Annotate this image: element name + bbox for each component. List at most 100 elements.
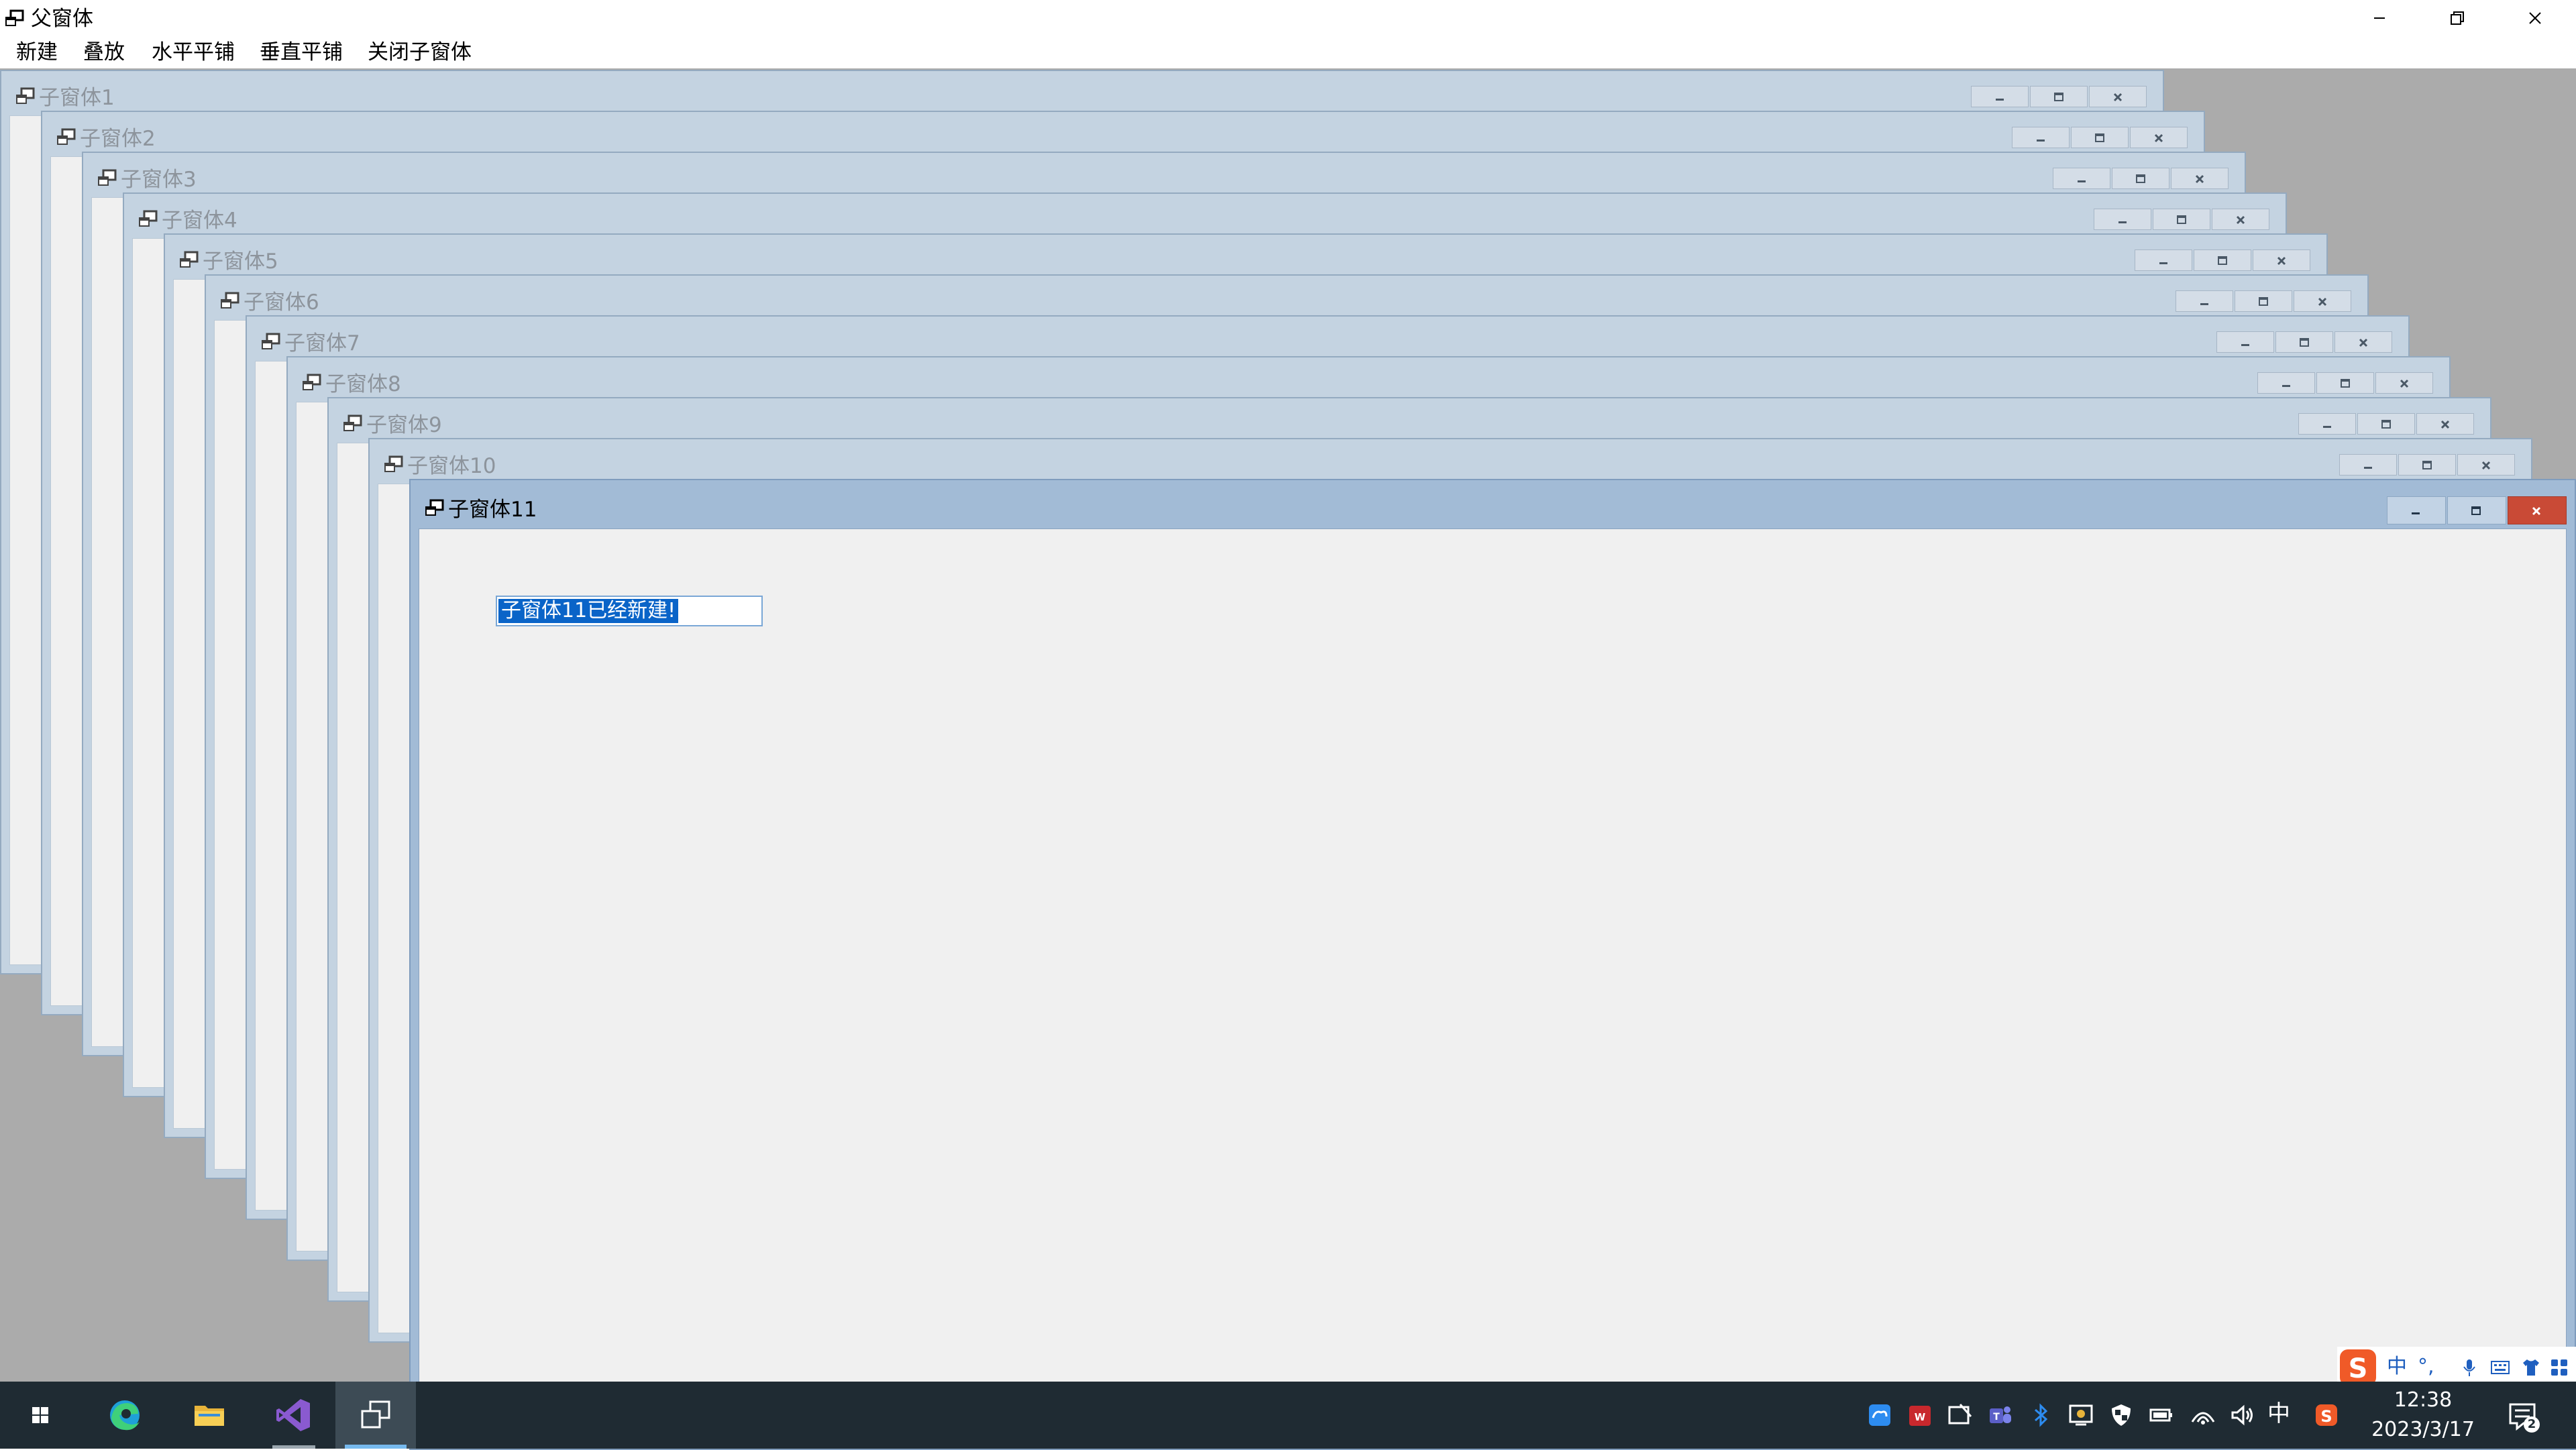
close-icon bbox=[2440, 420, 2450, 429]
child-maximize-button[interactable] bbox=[2153, 209, 2210, 230]
message-textbox[interactable]: 子窗体11已经新建! bbox=[496, 596, 763, 626]
child-close-button[interactable] bbox=[2171, 168, 2229, 189]
child-minimize-button[interactable] bbox=[2216, 331, 2274, 353]
close-icon bbox=[2529, 12, 2541, 24]
close-button[interactable] bbox=[2496, 0, 2574, 36]
tray-monitor-tool-icon[interactable] bbox=[2068, 1402, 2094, 1429]
minimize-icon bbox=[2118, 221, 2127, 223]
child-window-icon bbox=[16, 87, 35, 104]
input-language-indicator[interactable]: 中 bbox=[2267, 1399, 2290, 1429]
svg-text:S: S bbox=[2320, 1407, 2332, 1426]
toolbox-grid-icon[interactable] bbox=[2549, 1357, 2569, 1378]
child-window-11[interactable]: 子窗体11 子窗体11已经新建! bbox=[409, 479, 2576, 1450]
child-close-button[interactable] bbox=[2375, 372, 2433, 394]
close-icon bbox=[2359, 338, 2368, 347]
child-close-button[interactable] bbox=[2508, 496, 2567, 524]
menu-close-children[interactable]: 关闭子窗体 bbox=[368, 39, 472, 66]
active-indicator bbox=[345, 1445, 407, 1449]
tray-battery-icon[interactable] bbox=[2148, 1402, 2175, 1429]
restore-icon bbox=[2451, 11, 2464, 25]
child-minimize-button[interactable] bbox=[2176, 290, 2233, 312]
child-minimize-button[interactable] bbox=[2298, 413, 2356, 435]
child-window-title: 子窗体4 bbox=[162, 209, 237, 233]
child-client-area: 子窗体11已经新建! bbox=[419, 528, 2567, 1439]
child-minimize-button[interactable] bbox=[2053, 168, 2110, 189]
tray-wps-icon[interactable]: W bbox=[1907, 1402, 1933, 1429]
child-minimize-button[interactable] bbox=[2339, 454, 2397, 476]
taskbar-file-explorer[interactable] bbox=[169, 1382, 250, 1449]
close-icon bbox=[2236, 215, 2245, 225]
minimize-icon bbox=[2159, 262, 2167, 264]
microphone-icon[interactable] bbox=[2459, 1357, 2479, 1378]
maximize-icon bbox=[2422, 461, 2432, 469]
active-child-title: 子窗体11 bbox=[448, 498, 537, 522]
tray-bluetooth-icon[interactable] bbox=[2027, 1402, 2054, 1429]
taskbar-edge[interactable] bbox=[85, 1382, 165, 1449]
child-close-button[interactable] bbox=[2089, 86, 2147, 107]
child-maximize-button[interactable] bbox=[2112, 168, 2169, 189]
child-minimize-button[interactable] bbox=[1971, 86, 2029, 107]
minimize-icon bbox=[2412, 512, 2420, 514]
child-maximize-button[interactable] bbox=[2030, 86, 2088, 107]
tray-sogou-icon[interactable]: S bbox=[2313, 1402, 2340, 1429]
child-close-button[interactable] bbox=[2457, 454, 2515, 476]
child-close-button[interactable] bbox=[2334, 331, 2392, 353]
clock-time[interactable]: 12:38 bbox=[2387, 1387, 2459, 1414]
child-maximize-button[interactable] bbox=[2071, 127, 2129, 148]
close-icon bbox=[2318, 297, 2327, 306]
start-button[interactable] bbox=[0, 1382, 80, 1449]
child-maximize-button[interactable] bbox=[2194, 249, 2251, 271]
mdi-app-icon bbox=[361, 1400, 390, 1429]
taskbar-visual-studio[interactable] bbox=[254, 1382, 334, 1449]
maximize-icon bbox=[2177, 215, 2186, 224]
minimize-button[interactable] bbox=[2341, 0, 2418, 36]
child-maximize-button[interactable] bbox=[2447, 496, 2506, 524]
menu-new[interactable]: 新建 bbox=[16, 39, 58, 66]
close-icon bbox=[2113, 93, 2123, 102]
ime-punctuation-indicator[interactable]: °, bbox=[2418, 1353, 2434, 1380]
restore-button[interactable] bbox=[2418, 0, 2496, 36]
child-close-button[interactable] bbox=[2212, 209, 2269, 230]
menu-cascade[interactable]: 叠放 bbox=[83, 39, 125, 66]
child-maximize-button[interactable] bbox=[2398, 454, 2456, 476]
tray-wifi-icon[interactable] bbox=[2190, 1402, 2216, 1429]
child-maximize-button[interactable] bbox=[2235, 290, 2292, 312]
menu-tile-horizontal[interactable]: 水平平铺 bbox=[152, 39, 235, 66]
child-window-title: 子窗体7 bbox=[284, 331, 360, 355]
child-minimize-button[interactable] bbox=[2387, 496, 2446, 524]
child-minimize-button[interactable] bbox=[2135, 249, 2192, 271]
close-icon bbox=[2277, 256, 2286, 266]
child-window-icon bbox=[262, 333, 280, 349]
child-maximize-button[interactable] bbox=[2357, 413, 2415, 435]
taskbar-mdi-app[interactable] bbox=[335, 1382, 416, 1449]
child-close-button[interactable] bbox=[2416, 413, 2474, 435]
maximize-icon bbox=[2341, 379, 2350, 388]
parent-title-bar[interactable]: 父窗体 bbox=[0, 0, 2576, 38]
menu-tile-vertical[interactable]: 垂直平铺 bbox=[260, 39, 343, 66]
tray-bluecloud-icon[interactable] bbox=[1866, 1402, 1893, 1429]
tray-volume-icon[interactable] bbox=[2229, 1402, 2255, 1429]
child-window-icon bbox=[425, 499, 444, 516]
window-icon bbox=[5, 9, 24, 26]
tray-security-shield-icon[interactable] bbox=[2108, 1402, 2135, 1429]
tray-teams-icon[interactable]: T bbox=[1987, 1402, 2014, 1429]
child-minimize-button[interactable] bbox=[2012, 127, 2070, 148]
keyboard-icon[interactable] bbox=[2490, 1357, 2510, 1378]
close-icon bbox=[2481, 461, 2491, 470]
child-maximize-button[interactable] bbox=[2275, 331, 2333, 353]
parent-window-title: 父窗体 bbox=[31, 7, 93, 31]
child-close-button[interactable] bbox=[2294, 290, 2351, 312]
taskbar: W T 中 S 12:38 2023/3/17 2 bbox=[0, 1382, 2576, 1449]
ime-mode-indicator[interactable]: 中 bbox=[2387, 1353, 2407, 1380]
child-minimize-button[interactable] bbox=[2094, 209, 2151, 230]
child-close-button[interactable] bbox=[2130, 127, 2188, 148]
close-icon bbox=[2154, 133, 2163, 143]
skin-shirt-icon[interactable] bbox=[2521, 1357, 2541, 1378]
tray-image-tool-icon[interactable] bbox=[1947, 1402, 1974, 1429]
child-maximize-button[interactable] bbox=[2316, 372, 2374, 394]
child-window-icon bbox=[221, 292, 239, 309]
child-close-button[interactable] bbox=[2253, 249, 2310, 271]
close-icon bbox=[2400, 379, 2409, 388]
clock-date[interactable]: 2023/3/17 bbox=[2368, 1416, 2478, 1443]
child-minimize-button[interactable] bbox=[2257, 372, 2315, 394]
